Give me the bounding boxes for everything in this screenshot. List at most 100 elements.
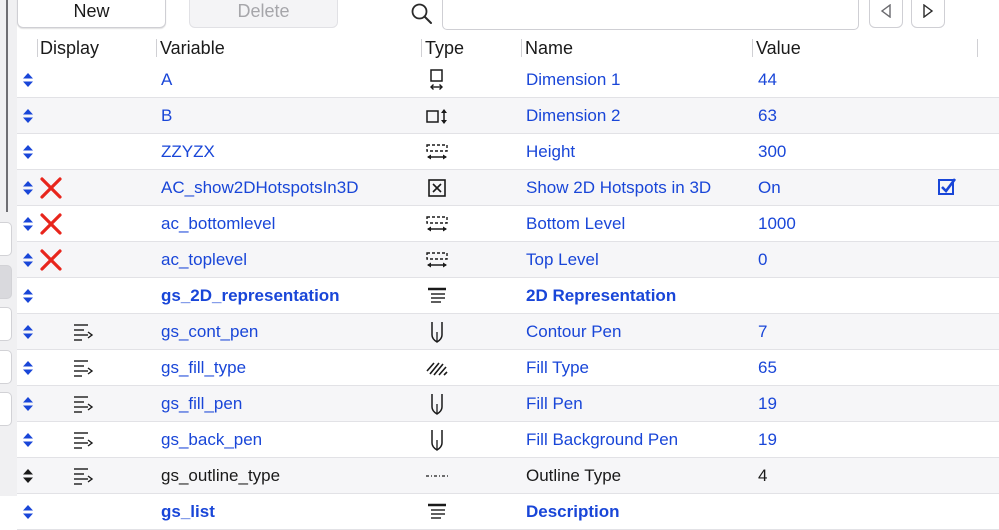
reorder-handle-icon[interactable] bbox=[22, 72, 34, 88]
column-header-variable[interactable]: Variable bbox=[156, 37, 225, 59]
title-icon[interactable] bbox=[425, 500, 449, 524]
new-button[interactable]: New bbox=[17, 0, 166, 28]
variable-name[interactable]: gs_outline_type bbox=[161, 458, 280, 493]
child-indent-icon[interactable] bbox=[71, 358, 95, 378]
table-row[interactable]: gs_fill_type Fill Type 65 bbox=[17, 350, 999, 386]
table-row[interactable]: gs_cont_pen Contour Pen 7 bbox=[17, 314, 999, 350]
table-row[interactable]: A Dimension 1 44 bbox=[17, 62, 999, 98]
child-indent-icon[interactable] bbox=[71, 394, 95, 414]
parameter-name[interactable]: Bottom Level bbox=[526, 206, 625, 241]
parameter-value[interactable]: 19 bbox=[758, 422, 777, 457]
parameter-name[interactable]: Fill Pen bbox=[526, 386, 583, 421]
line-type-icon[interactable] bbox=[425, 464, 449, 488]
parameter-name[interactable]: Show 2D Hotspots in 3D bbox=[526, 170, 711, 205]
pen-icon[interactable] bbox=[425, 392, 449, 416]
side-tab[interactable] bbox=[0, 265, 12, 299]
variable-name[interactable]: gs_cont_pen bbox=[161, 314, 258, 349]
parameter-value[interactable]: 7 bbox=[758, 314, 767, 349]
variable-name[interactable]: gs_list bbox=[161, 494, 215, 529]
reorder-handle-icon[interactable] bbox=[22, 468, 34, 484]
parameter-value[interactable]: 4 bbox=[758, 458, 767, 493]
boolean-icon[interactable] bbox=[425, 176, 449, 200]
side-tab[interactable] bbox=[0, 222, 12, 256]
hidden-x-icon[interactable] bbox=[39, 176, 63, 200]
title-icon[interactable] bbox=[425, 284, 449, 308]
parameter-name[interactable]: Fill Background Pen bbox=[526, 422, 678, 457]
parameter-value[interactable]: 63 bbox=[758, 98, 777, 133]
reorder-handle-icon[interactable] bbox=[22, 180, 34, 196]
child-indent-icon[interactable] bbox=[71, 430, 95, 450]
side-tab[interactable] bbox=[0, 307, 12, 341]
table-row[interactable]: B Dimension 2 63 bbox=[17, 98, 999, 134]
parameter-value[interactable]: On bbox=[758, 170, 781, 205]
parameter-name[interactable]: Height bbox=[526, 134, 575, 169]
reorder-handle-icon[interactable] bbox=[22, 396, 34, 412]
parameter-name[interactable]: Outline Type bbox=[526, 458, 621, 493]
reorder-handle-icon[interactable] bbox=[22, 432, 34, 448]
variable-name[interactable]: gs_2D_representation bbox=[161, 278, 340, 313]
variable-name[interactable]: gs_fill_pen bbox=[161, 386, 242, 421]
column-header-type[interactable]: Type bbox=[421, 37, 464, 59]
parameter-name[interactable]: Dimension 2 bbox=[526, 98, 621, 133]
parameter-value[interactable]: 65 bbox=[758, 350, 777, 385]
parameter-name[interactable]: Fill Type bbox=[526, 350, 589, 385]
table-row[interactable]: ac_bottomlevel Bottom Level 1000 bbox=[17, 206, 999, 242]
dimension-vertical-icon[interactable] bbox=[425, 104, 449, 128]
reorder-handle-icon[interactable] bbox=[22, 108, 34, 124]
parameter-name[interactable]: 2D Representation bbox=[526, 278, 676, 313]
reorder-handle-icon[interactable] bbox=[22, 360, 34, 376]
side-tab[interactable] bbox=[0, 392, 12, 426]
reorder-handle-icon[interactable] bbox=[22, 216, 34, 232]
reorder-handle-icon[interactable] bbox=[22, 144, 34, 160]
variable-name[interactable]: ac_bottomlevel bbox=[161, 206, 275, 241]
table-row[interactable]: gs_back_pen Fill Background Pen 19 bbox=[17, 422, 999, 458]
checkbox-checked-icon[interactable] bbox=[938, 178, 957, 196]
hidden-x-icon[interactable] bbox=[39, 212, 63, 236]
reorder-handle-icon[interactable] bbox=[22, 324, 34, 340]
pen-icon[interactable] bbox=[425, 428, 449, 452]
variable-name[interactable]: B bbox=[161, 98, 172, 133]
parameter-name[interactable]: Description bbox=[526, 494, 620, 529]
column-header-value[interactable]: Value bbox=[752, 37, 801, 59]
parameter-value[interactable]: 19 bbox=[758, 386, 777, 421]
table-row[interactable]: gs_fill_pen Fill Pen 19 bbox=[17, 386, 999, 422]
parameter-name[interactable]: Top Level bbox=[526, 242, 599, 277]
child-indent-icon[interactable] bbox=[71, 322, 95, 342]
column-header-display[interactable]: Display bbox=[36, 37, 99, 59]
fill-type-icon[interactable] bbox=[425, 356, 449, 380]
reorder-handle-icon[interactable] bbox=[22, 504, 34, 520]
table-row[interactable]: gs_outline_type Outline Type 4 bbox=[17, 458, 999, 494]
variable-name[interactable]: gs_back_pen bbox=[161, 422, 262, 457]
variable-name[interactable]: ac_toplevel bbox=[161, 242, 247, 277]
reorder-handle-icon[interactable] bbox=[22, 288, 34, 304]
hidden-x-icon[interactable] bbox=[39, 248, 63, 272]
parameter-name[interactable]: Contour Pen bbox=[526, 314, 621, 349]
search-input[interactable] bbox=[442, 0, 859, 30]
variable-name[interactable]: A bbox=[161, 62, 172, 97]
length-icon[interactable] bbox=[425, 248, 449, 272]
parameter-value[interactable]: 0 bbox=[758, 242, 767, 277]
pen-icon[interactable] bbox=[425, 320, 449, 344]
variable-name[interactable]: ZZYZX bbox=[161, 134, 215, 169]
delete-button[interactable]: Delete bbox=[189, 0, 338, 28]
table-row[interactable]: gs_list Description bbox=[17, 494, 999, 530]
table-row[interactable]: ac_toplevel Top Level 0 bbox=[17, 242, 999, 278]
table-row[interactable]: AC_show2DHotspotsIn3D Show 2D Hotspots in… bbox=[17, 170, 999, 206]
parameter-value[interactable]: 300 bbox=[758, 134, 786, 169]
variable-name[interactable]: AC_show2DHotspotsIn3D bbox=[161, 170, 358, 205]
length-icon[interactable] bbox=[425, 212, 449, 236]
child-indent-icon[interactable] bbox=[71, 466, 95, 486]
next-button[interactable] bbox=[911, 0, 945, 28]
table-row[interactable]: gs_2D_representation 2D Representation bbox=[17, 278, 999, 314]
reorder-handle-icon[interactable] bbox=[22, 252, 34, 268]
side-tab[interactable] bbox=[0, 350, 12, 384]
table-row[interactable]: ZZYZX Height 300 bbox=[17, 134, 999, 170]
dimension-horizontal-icon[interactable] bbox=[425, 68, 449, 92]
parameter-value[interactable]: 44 bbox=[758, 62, 777, 97]
column-header-name[interactable]: Name bbox=[521, 37, 573, 59]
length-icon[interactable] bbox=[425, 140, 449, 164]
parameter-name[interactable]: Dimension 1 bbox=[526, 62, 621, 97]
parameter-value[interactable]: 1000 bbox=[758, 206, 796, 241]
variable-name[interactable]: gs_fill_type bbox=[161, 350, 246, 385]
previous-button[interactable] bbox=[869, 0, 903, 28]
